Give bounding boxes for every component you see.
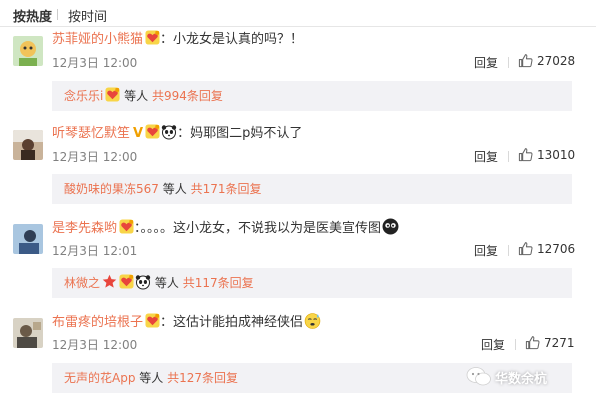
sub-reply-others-label: 等人 <box>139 371 164 385</box>
avatar[interactable] <box>13 318 43 348</box>
comment-text: ：这估计能拍成神经侠侣 <box>160 315 304 330</box>
action-divider <box>508 151 509 162</box>
sort-divider <box>57 9 58 20</box>
like-count: 27028 <box>537 54 576 68</box>
reply-button[interactable]: 回复 <box>481 336 505 353</box>
action-divider <box>508 245 509 256</box>
comment-text: ：妈耶图二p妈不认了 <box>177 126 303 141</box>
action-divider <box>508 57 509 68</box>
thumb-up-icon <box>518 53 533 68</box>
panda-icon <box>135 274 151 290</box>
heart-badge-icon <box>119 274 134 289</box>
reply-button[interactable]: 回复 <box>474 148 498 165</box>
like-button[interactable]: 12706 <box>518 241 575 256</box>
wechat-logo-icon <box>466 366 492 388</box>
comment-username[interactable]: 听琴瑟忆默笙 <box>52 126 130 141</box>
sub-reply-others-label: 等人 <box>162 182 187 196</box>
sub-replies-bar[interactable]: 酸奶味的果冻567 等人 共171条回复 <box>52 174 572 204</box>
comment-text: ：小龙女是认真的吗？！ <box>160 32 304 47</box>
sort-bar: 按热度 按时间 <box>0 0 596 27</box>
sweat-emoji-icon <box>304 313 321 329</box>
sub-replies-bar[interactable]: 念乐乐i 等人 共994条回复 <box>52 81 572 111</box>
like-button[interactable]: 13010 <box>518 147 575 162</box>
panda-icon <box>161 124 177 140</box>
sub-replies-bar[interactable]: 林微之 等人 共117条回复 <box>52 268 572 298</box>
heart-badge-icon <box>145 313 160 328</box>
thumb-up-icon <box>518 147 533 162</box>
sub-reply-others-label: 等人 <box>154 276 179 290</box>
watermark-text: 华数余杭 <box>495 372 548 387</box>
comment-timestamp: 12月3日 12:00 <box>52 150 138 164</box>
sub-reply-username[interactable]: 无声的花App <box>64 371 135 385</box>
heart-badge-icon <box>119 219 134 234</box>
thumb-up-icon <box>525 335 540 350</box>
like-button[interactable]: 7271 <box>525 335 575 350</box>
comment-timestamp: 12月3日 12:01 <box>52 244 138 258</box>
black-face-emoji-icon <box>382 218 399 235</box>
sub-reply-count-link[interactable]: 共127条回复 <box>167 371 238 385</box>
comment-username[interactable]: 布雷疼的培根子 <box>52 315 143 330</box>
sub-reply-username[interactable]: 念乐乐i <box>64 89 103 103</box>
comment-username[interactable]: 苏菲娅的小熊猫 <box>52 32 143 47</box>
reply-button[interactable]: 回复 <box>474 54 498 71</box>
sub-reply-username[interactable]: 酸奶味的果冻567 <box>64 182 159 196</box>
sub-reply-others-label: 等人 <box>124 89 149 103</box>
sub-reply-count-link[interactable]: 共171条回复 <box>191 182 262 196</box>
avatar[interactable] <box>13 36 43 66</box>
comment-timestamp: 12月3日 12:00 <box>52 56 138 70</box>
sub-reply-username[interactable]: 林微之 <box>64 276 100 290</box>
like-count: 12706 <box>537 242 576 256</box>
like-count: 13010 <box>537 148 576 162</box>
heart-badge-icon <box>105 87 120 102</box>
sub-reply-count-link[interactable]: 共117条回复 <box>183 276 254 290</box>
like-count: 7271 <box>544 336 575 350</box>
avatar[interactable] <box>13 224 43 254</box>
verified-badge: V <box>133 126 144 141</box>
like-button[interactable]: 27028 <box>518 53 575 68</box>
sub-reply-count-link[interactable]: 共994条回复 <box>152 89 223 103</box>
comment-timestamp: 12月3日 12:00 <box>52 338 138 352</box>
star-badge-icon <box>102 274 117 288</box>
sort-by-time-tab[interactable]: 按时间 <box>68 6 107 25</box>
avatar[interactable] <box>13 130 43 160</box>
thumb-up-icon <box>518 241 533 256</box>
sub-replies-bar[interactable]: 无声的花App 等人 共127条回复 <box>52 363 572 393</box>
comment-username[interactable]: 是李先森哟 <box>52 221 117 236</box>
heart-badge-icon <box>145 124 160 139</box>
comment-text: ：。。。。这小龙女，不说我以为是医美宣传图 <box>134 221 382 236</box>
reply-button[interactable]: 回复 <box>474 242 498 259</box>
action-divider <box>515 339 516 350</box>
heart-badge-icon <box>145 30 160 45</box>
sort-by-hot-tab[interactable]: 按热度 <box>13 6 52 25</box>
